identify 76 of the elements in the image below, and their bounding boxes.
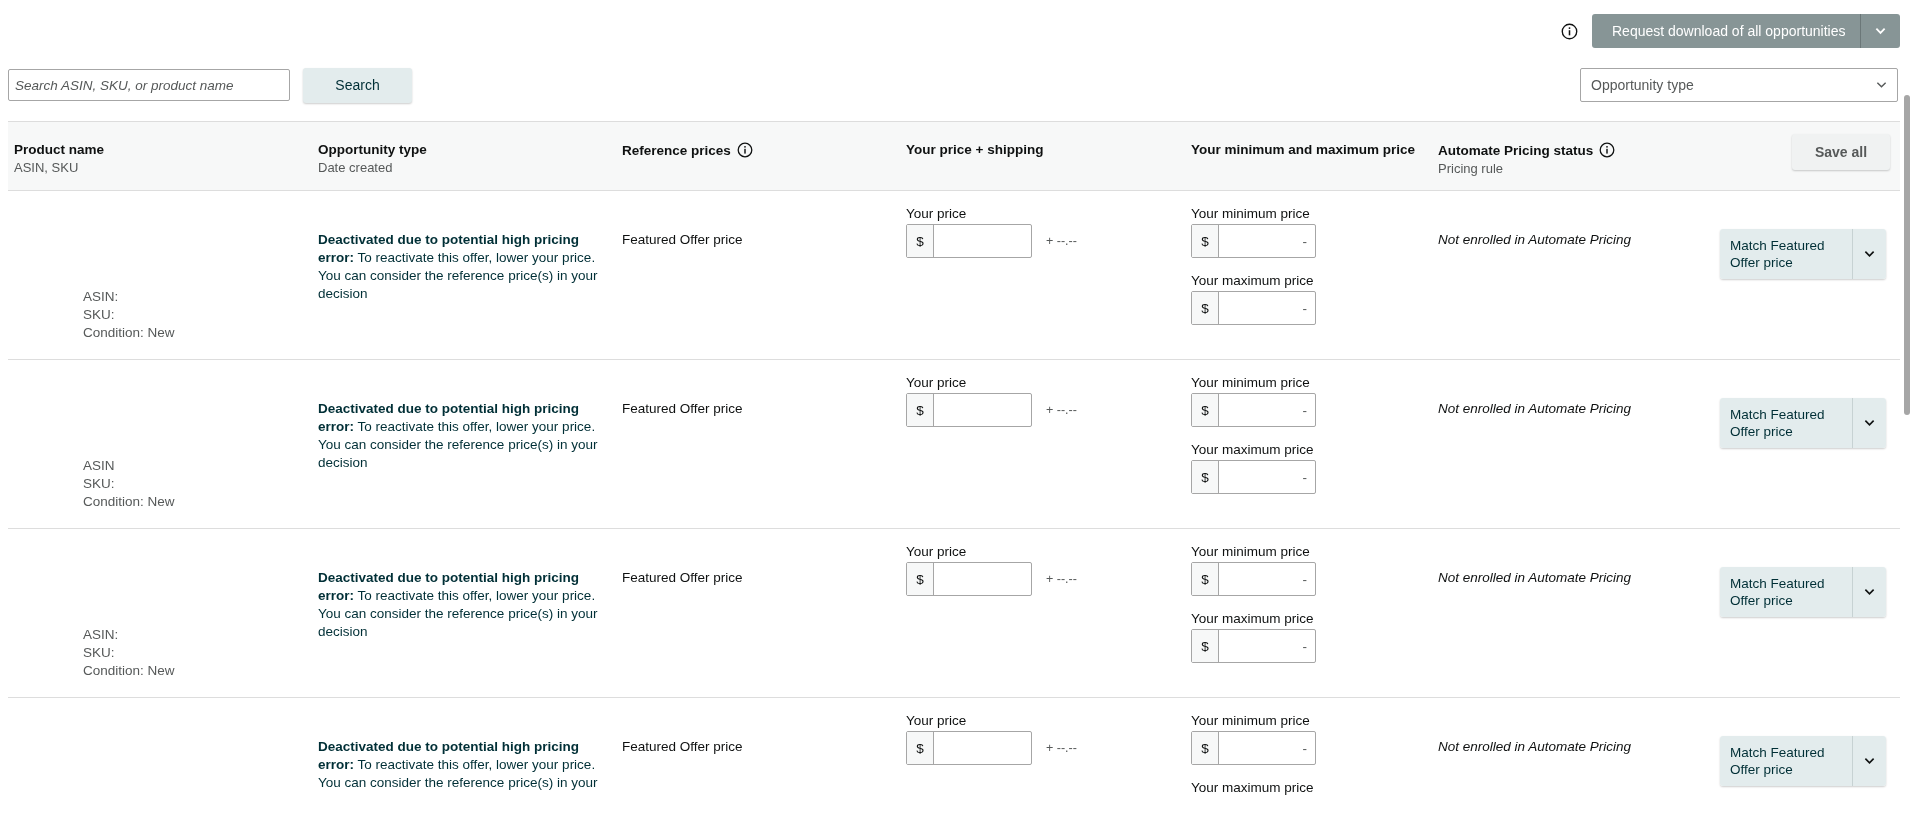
info-icon[interactable] xyxy=(1561,22,1578,40)
reference-price-label: Featured Offer price xyxy=(622,401,743,416)
minimum-price-input[interactable]: $ - xyxy=(1191,562,1316,596)
info-icon[interactable] xyxy=(1599,142,1616,158)
column-subheader: Pricing rule xyxy=(1438,161,1505,176)
field-label: Your price xyxy=(906,713,968,729)
product-detail: ASIN xyxy=(83,457,116,475)
reference-price-label: Featured Offer price xyxy=(622,570,743,585)
field-label: Your price xyxy=(906,206,968,222)
scrollbar[interactable] xyxy=(1904,95,1910,415)
shipping-price: + --.-- xyxy=(1046,572,1077,586)
reference-price-label: Featured Offer price xyxy=(622,739,743,754)
search-button[interactable]: Search xyxy=(303,67,412,103)
field-label: Your minimum price xyxy=(1191,713,1311,729)
match-price-button[interactable]: Match Featured Offer price xyxy=(1720,567,1852,617)
product-detail: SKU: xyxy=(83,644,116,662)
field-label: Your maximum price xyxy=(1191,273,1315,289)
price-input[interactable]: $ xyxy=(906,731,1032,765)
search-field[interactable]: Search ASIN, SKU, or product name xyxy=(8,69,290,101)
price-input[interactable]: $ xyxy=(906,562,1032,596)
opportunity-type-dropdown[interactable]: Opportunity type xyxy=(1580,68,1898,102)
column-header: Your price + shipping xyxy=(906,142,1044,157)
product-detail: Condition: New xyxy=(83,662,176,680)
column-subheader: Date created xyxy=(318,160,394,175)
field-label: Your price xyxy=(906,375,968,391)
column-header: Automate Pricing status xyxy=(1438,142,1594,158)
column-header: Opportunity type xyxy=(318,142,427,157)
product-detail: Condition: New xyxy=(83,324,176,342)
match-price-button[interactable]: Match Featured Offer price xyxy=(1720,229,1852,279)
price-input[interactable]: $ xyxy=(906,224,1032,258)
product-detail: SKU: xyxy=(83,306,116,324)
caret-icon xyxy=(1864,419,1875,427)
column-header: Your minimum and maximum price xyxy=(1191,142,1416,157)
info-icon[interactable] xyxy=(736,142,753,158)
field-label: Your price xyxy=(906,544,968,560)
opportunity-message: Deactivated due to potential high pricing error: To reactivate this offer, lower your price. You can consider the reference price(s) in your xyxy=(318,738,599,792)
product-detail: ASIN: xyxy=(83,288,120,306)
opportunity-message: Deactivated due to potential high pricing error: To reactivate this offer, lower your price. You can consider the reference price(s) in your decision xyxy=(318,231,599,303)
field-label: Your maximum price xyxy=(1191,442,1315,458)
opportunity-message: Deactivated due to potential high pricing error: To reactivate this offer, lower your price. You can consider the reference price(s) in your decision xyxy=(318,569,599,641)
caret-icon xyxy=(1875,27,1886,35)
column-header: Product name xyxy=(14,142,105,157)
shipping-price: + --.-- xyxy=(1046,234,1077,248)
field-label: Your minimum price xyxy=(1191,206,1311,222)
column-subheader: ASIN, SKU xyxy=(14,160,80,175)
product-detail: ASIN: xyxy=(83,626,120,644)
field-label: Your maximum price xyxy=(1191,780,1315,796)
field-label: Your minimum price xyxy=(1191,375,1311,391)
caret-icon xyxy=(1864,757,1875,765)
match-price-button[interactable]: Match Featured Offer price xyxy=(1720,398,1852,448)
dropdown-button[interactable] xyxy=(1860,14,1900,48)
maximum-price-input[interactable]: $ - xyxy=(1191,460,1316,494)
pricing-status: Not enrolled in Automate Pricing xyxy=(1438,401,1632,416)
maximum-price-input[interactable]: $ - xyxy=(1191,291,1316,325)
field-label: Your minimum price xyxy=(1191,544,1311,560)
minimum-price-input[interactable]: $ - xyxy=(1191,224,1316,258)
pricing-status: Not enrolled in Automate Pricing xyxy=(1438,232,1632,247)
pricing-status: Not enrolled in Automate Pricing xyxy=(1438,570,1632,585)
minimum-price-input[interactable]: $ - xyxy=(1191,393,1316,427)
caret-icon xyxy=(1864,588,1875,596)
caret-icon xyxy=(1864,250,1875,258)
save-all-button[interactable]: Save all xyxy=(1792,134,1890,170)
minimum-price-input[interactable]: $ - xyxy=(1191,731,1316,765)
product-detail: SKU: xyxy=(83,475,116,493)
field-label: Your maximum price xyxy=(1191,611,1315,627)
opportunity-message: Deactivated due to potential high pricing error: To reactivate this offer, lower your price. You can consider the reference price(s) in your decision xyxy=(318,400,599,472)
shipping-price: + --.-- xyxy=(1046,403,1077,417)
column-header: Reference prices xyxy=(622,142,731,158)
pricing-status: Not enrolled in Automate Pricing xyxy=(1438,739,1632,754)
maximum-price-input[interactable]: $ - xyxy=(1191,629,1316,663)
caret-icon xyxy=(1876,81,1887,89)
reference-price-label: Featured Offer price xyxy=(622,232,743,247)
product-detail: Condition: New xyxy=(83,493,176,511)
shipping-price: + --.-- xyxy=(1046,741,1077,755)
price-input[interactable]: $ xyxy=(906,393,1032,427)
match-price-button[interactable]: Match Featured Offer price xyxy=(1720,736,1852,786)
